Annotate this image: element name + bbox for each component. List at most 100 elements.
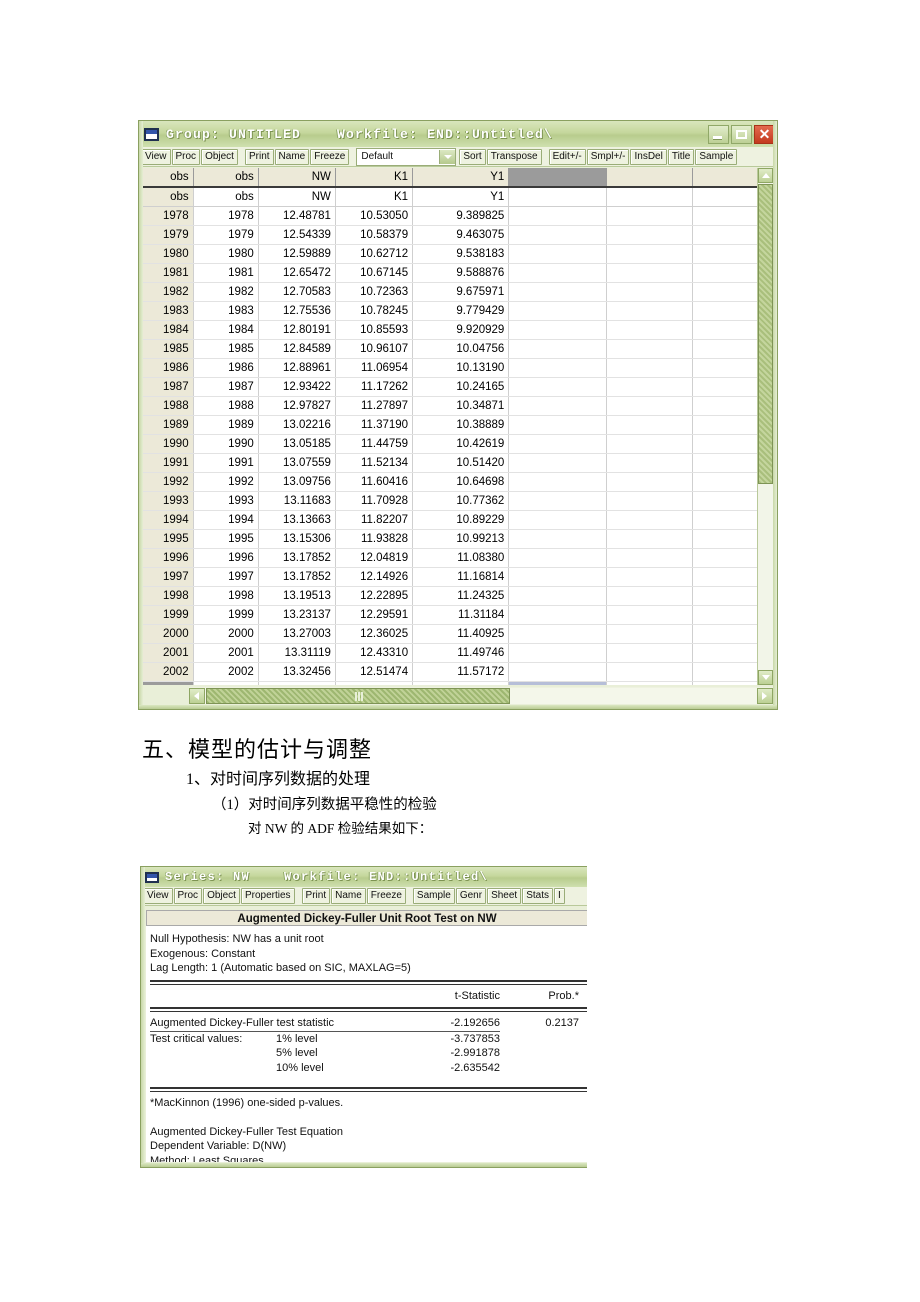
table-cell[interactable]: 1981 <box>143 263 194 283</box>
table-row[interactable]: 1989 1989 13.02216 11.37190 10.38889 <box>143 415 773 435</box>
vertical-scroll-thumb[interactable] <box>758 184 773 484</box>
table-row[interactable]: 1978 1978 12.48781 10.53050 9.389825 <box>143 206 773 226</box>
table-cell[interactable]: 1992 <box>143 472 194 492</box>
table-cell[interactable] <box>606 586 693 606</box>
table-row[interactable]: 1996 1996 13.17852 12.04819 11.08380 <box>143 548 773 568</box>
column-header[interactable]: Y1 <box>412 168 510 188</box>
data-grid[interactable]: obs obs NW K1 Y1 obs obs NW K1 Y1 1978 1978 12.48781… <box>143 168 773 685</box>
table-cell[interactable] <box>508 225 607 245</box>
table-cell[interactable]: 12.04819 <box>335 548 414 568</box>
scroll-down-icon[interactable] <box>758 670 773 685</box>
toolbar-button-view[interactable]: View <box>141 148 171 165</box>
horizontal-scroll-fill[interactable] <box>509 687 757 704</box>
table-cell[interactable]: 13.15306 <box>258 529 336 549</box>
close-button[interactable]: ✕ <box>754 124 775 144</box>
table-cell[interactable]: 1995 <box>193 529 259 549</box>
table-cell[interactable]: 1978 <box>193 206 259 226</box>
table-cell[interactable]: 12.29591 <box>335 605 414 625</box>
table-cell[interactable]: 1984 <box>193 320 259 340</box>
table-cell[interactable]: 12.75536 <box>258 301 336 321</box>
table-row[interactable]: 1994 1994 13.13663 11.82207 10.89229 <box>143 510 773 530</box>
table-cell[interactable]: 12.61421 <box>335 681 414 685</box>
table-cell[interactable] <box>606 206 693 226</box>
table-cell[interactable] <box>508 586 607 606</box>
table-row[interactable]: 1981 1981 12.65472 10.67145 9.588876 <box>143 263 773 283</box>
table-cell[interactable]: 13.27003 <box>258 624 336 644</box>
horizontal-scroll-thumb[interactable] <box>206 687 510 704</box>
table-cell[interactable]: 10.24165 <box>412 377 510 397</box>
maximize-button[interactable] <box>731 124 752 144</box>
table-cell[interactable] <box>508 320 607 340</box>
vertical-scrollbar[interactable] <box>757 168 773 685</box>
table-cell[interactable]: 12.93422 <box>258 377 336 397</box>
table-cell[interactable]: 1985 <box>143 339 194 359</box>
table-cell[interactable] <box>606 320 693 340</box>
table-cell[interactable]: 11.93828 <box>335 529 414 549</box>
series-toolbar-button-sample[interactable]: Sample <box>412 888 455 904</box>
table-cell[interactable] <box>606 244 693 264</box>
view-mode-select[interactable]: Default <box>356 147 457 166</box>
table-cell[interactable] <box>606 377 693 397</box>
table-cell[interactable]: 11.57172 <box>412 662 510 682</box>
series-toolbar-button-proc[interactable]: Proc <box>173 888 203 904</box>
scroll-left-icon[interactable] <box>189 687 205 704</box>
toolbar-button-name[interactable]: Name <box>274 148 310 165</box>
table-cell[interactable]: 10.04756 <box>412 339 510 359</box>
table-cell[interactable]: 2003 <box>193 681 259 685</box>
table-cell[interactable] <box>606 605 693 625</box>
table-row[interactable]: 2000 2000 13.27003 12.36025 11.40925 <box>143 624 773 644</box>
table-cell[interactable]: 11.17262 <box>335 377 414 397</box>
horizontal-scroll-track[interactable] <box>189 687 773 704</box>
table-cell[interactable] <box>508 301 607 321</box>
table-cell[interactable]: 11.63448 <box>412 681 510 685</box>
table-cell[interactable]: 1982 <box>193 282 259 302</box>
table-cell[interactable]: 1983 <box>193 301 259 321</box>
table-cell[interactable]: 1991 <box>143 453 194 473</box>
table-cell[interactable]: 2001 <box>143 643 194 663</box>
table-cell[interactable] <box>508 662 607 682</box>
table-cell[interactable]: 13.13663 <box>258 510 336 530</box>
table-cell[interactable] <box>508 339 607 359</box>
table-cell[interactable] <box>508 491 607 511</box>
table-cell[interactable]: 1981 <box>193 263 259 283</box>
column-header[interactable]: K1 <box>335 168 414 188</box>
table-cell[interactable]: 1994 <box>143 510 194 530</box>
table-cell[interactable]: 11.16814 <box>412 567 510 587</box>
table-cell[interactable]: 1994 <box>193 510 259 530</box>
table-cell[interactable]: 1996 <box>193 548 259 568</box>
table-row[interactable]: 2001 2001 13.31119 12.43310 11.49746 <box>143 643 773 663</box>
column-header[interactable]: obs <box>193 168 259 188</box>
table-cell[interactable] <box>606 643 693 663</box>
table-cell[interactable]: 10.51420 <box>412 453 510 473</box>
toolbar-button-sort[interactable]: Sort <box>459 148 486 165</box>
table-cell[interactable]: 13.07559 <box>258 453 336 473</box>
table-cell[interactable]: 2000 <box>143 624 194 644</box>
table-cell[interactable] <box>606 434 693 454</box>
table-cell[interactable]: 1990 <box>143 434 194 454</box>
table-cell[interactable]: 1979 <box>193 225 259 245</box>
toolbar-button-transpose[interactable]: Transpose <box>486 148 542 165</box>
table-cell[interactable]: 1987 <box>193 377 259 397</box>
table-cell[interactable] <box>606 681 693 685</box>
table-cell[interactable]: 2002 <box>193 662 259 682</box>
series-toolbar-button-print[interactable]: Print <box>301 888 331 904</box>
toolbar-button-edit[interactable]: Edit+/- <box>548 148 586 165</box>
table-cell[interactable]: 12.65472 <box>258 263 336 283</box>
table-cell[interactable] <box>606 263 693 283</box>
table-cell[interactable]: 1979 <box>143 225 194 245</box>
table-cell[interactable]: 13.17852 <box>258 548 336 568</box>
table-row[interactable]: 1999 1999 13.23137 12.29591 11.31184 <box>143 605 773 625</box>
table-cell[interactable] <box>508 548 607 568</box>
table-cell[interactable]: 12.14926 <box>335 567 414 587</box>
table-cell[interactable] <box>508 472 607 492</box>
table-cell[interactable]: 13.19513 <box>258 586 336 606</box>
toolbar-button-proc[interactable]: Proc <box>171 148 201 165</box>
table-cell[interactable]: 12.48781 <box>258 206 336 226</box>
table-cell[interactable]: 12.97827 <box>258 396 336 416</box>
table-row[interactable]: 1985 1985 12.84589 10.96107 10.04756 <box>143 339 773 359</box>
table-cell[interactable]: 1983 <box>143 301 194 321</box>
table-cell[interactable]: 1982 <box>143 282 194 302</box>
table-cell[interactable]: 11.52134 <box>335 453 414 473</box>
toolbar-button-object[interactable]: Object <box>201 148 238 165</box>
table-cell[interactable] <box>606 529 693 549</box>
